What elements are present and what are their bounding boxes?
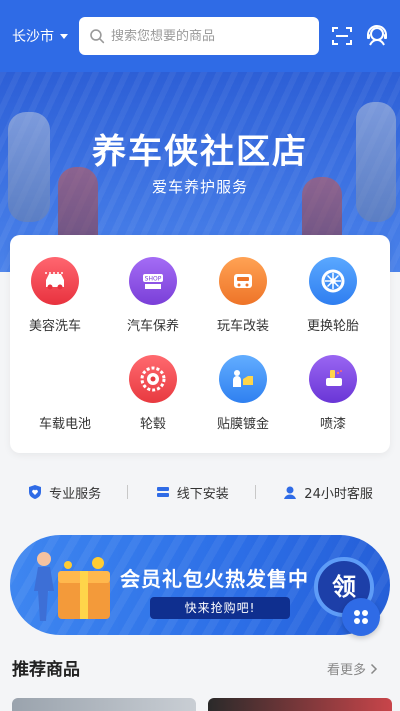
shield-heart-icon [29, 485, 42, 499]
feature-professional: 专业服务 [27, 483, 101, 502]
promo-buy-button[interactable]: 快来抢购吧! [150, 597, 290, 619]
battery-icon [41, 355, 89, 403]
promo-title: 会员礼包火热发售中 [120, 567, 309, 591]
grid-icon [354, 610, 368, 624]
chevron-right-icon [370, 663, 378, 674]
feature-24h-support: 24小时客服 [282, 483, 373, 502]
service-film[interactable]: 贴膜镀金 [198, 355, 288, 432]
city-selector[interactable]: 长沙市 [12, 26, 75, 46]
shop-icon: SHOP [129, 257, 177, 305]
see-more-label: 看更多 [326, 663, 366, 678]
spray-paint-icon [309, 355, 357, 403]
service-spray-paint[interactable]: 喷漆 [288, 355, 378, 432]
feature-strip: 专业服务 线下安装 24小时客服 [0, 474, 400, 510]
service-grid: 美容洗车 SHOP 汽车保养 玩车改装 更换轮胎 车载电池 轮毂 贴膜镀金 喷漆 [10, 235, 390, 453]
scan-icon[interactable] [329, 23, 354, 49]
customer-service-icon[interactable] [364, 23, 390, 49]
car-mod-icon [219, 257, 267, 305]
search-icon [90, 29, 105, 44]
film-icon [219, 355, 267, 403]
tire-icon [309, 257, 357, 305]
search-input[interactable] [110, 28, 310, 44]
service-wheel-hub[interactable]: 轮毂 [108, 355, 198, 432]
service-label: 轮毂 [139, 417, 166, 432]
divider [127, 485, 129, 499]
svg-text:SHOP: SHOP [145, 276, 162, 283]
service-label: 车载电池 [38, 417, 91, 432]
wheel-hub-icon [129, 355, 177, 403]
floating-menu-button[interactable] [342, 598, 380, 636]
service-maintenance[interactable]: SHOP 汽车保养 [108, 257, 198, 334]
banner-title: 养车侠社区店 [92, 132, 308, 172]
divider [255, 485, 257, 499]
feature-offline-install: 线下安装 [155, 483, 229, 502]
service-battery[interactable]: 车载电池 [20, 355, 110, 432]
city-label: 长沙市 [12, 29, 54, 45]
service-label: 喷漆 [319, 417, 346, 432]
service-car-wash[interactable]: 美容洗车 [10, 257, 100, 334]
service-label: 贴膜镀金 [216, 417, 269, 432]
product-thumbnail[interactable] [12, 698, 196, 711]
install-icon [156, 487, 169, 497]
gift-box-illustration [34, 552, 110, 621]
service-label: 玩车改装 [216, 319, 269, 334]
feature-label: 线下安装 [176, 486, 229, 502]
caret-down-icon [60, 33, 68, 39]
banner-subtitle: 爱车养护服务 [151, 178, 248, 196]
car-wash-icon [31, 257, 79, 305]
feature-label: 24小时客服 [304, 486, 373, 502]
service-label: 美容洗车 [28, 319, 81, 334]
service-modification[interactable]: 玩车改装 [198, 257, 288, 334]
top-header: 长沙市 [0, 0, 400, 72]
service-label: 汽车保养 [126, 319, 179, 334]
service-label: 更换轮胎 [306, 319, 359, 334]
member-promo-banner[interactable]: 会员礼包火热发售中 快来抢购吧! 领 [10, 535, 390, 635]
service-tire[interactable]: 更换轮胎 [288, 257, 378, 334]
product-thumbnail[interactable] [208, 698, 392, 711]
search-box[interactable] [79, 17, 320, 55]
recommend-section-title: 推荐商品 [12, 660, 80, 680]
see-more-link[interactable]: 看更多 [327, 659, 378, 678]
feature-label: 专业服务 [49, 486, 102, 502]
support-agent-icon [284, 486, 297, 499]
